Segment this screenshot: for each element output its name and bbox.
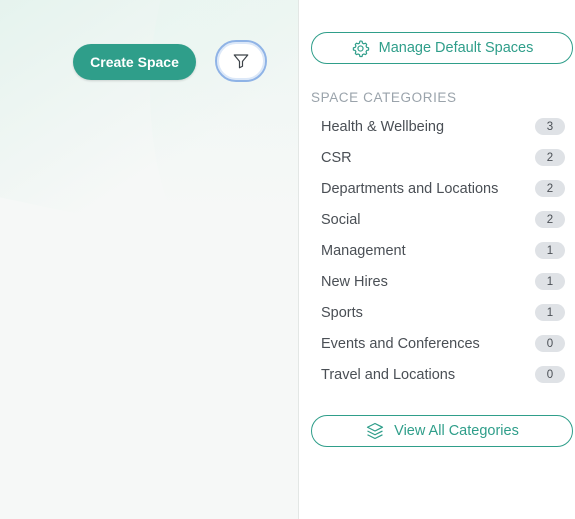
- category-count-badge: 0: [535, 366, 565, 383]
- manage-default-spaces-button[interactable]: Manage Default Spaces: [311, 32, 573, 64]
- category-label: Departments and Locations: [321, 180, 499, 197]
- category-list: Health & Wellbeing 3 CSR 2 Departments a…: [321, 111, 565, 390]
- manage-default-spaces-label: Manage Default Spaces: [378, 40, 534, 56]
- category-label: Events and Conferences: [321, 335, 480, 352]
- categories-sidebar: Manage Default Spaces SPACE CATEGORIES H…: [299, 0, 575, 519]
- category-count-badge: 1: [535, 242, 565, 259]
- category-label: Sports: [321, 304, 363, 321]
- view-all-categories-button[interactable]: View All Categories: [311, 415, 573, 447]
- category-label: Social: [321, 211, 361, 228]
- category-count-badge: 0: [535, 335, 565, 352]
- category-item[interactable]: Departments and Locations 2: [321, 173, 565, 204]
- layers-icon: [367, 422, 384, 440]
- gear-icon: [352, 39, 369, 57]
- filter-icon: [233, 54, 249, 69]
- category-label: CSR: [321, 149, 352, 166]
- category-label: Management: [321, 242, 406, 259]
- view-all-categories-label: View All Categories: [394, 423, 519, 439]
- category-item[interactable]: CSR 2: [321, 142, 565, 173]
- category-item[interactable]: Social 2: [321, 204, 565, 235]
- category-count-badge: 2: [535, 211, 565, 228]
- category-count-badge: 1: [535, 273, 565, 290]
- category-label: Travel and Locations: [321, 366, 456, 383]
- category-item[interactable]: Health & Wellbeing 3: [321, 111, 565, 142]
- category-count-badge: 1: [535, 304, 565, 321]
- category-item[interactable]: New Hires 1: [321, 266, 565, 297]
- category-count-badge: 2: [535, 180, 565, 197]
- filter-button[interactable]: [215, 40, 267, 82]
- spaces-main-pane: Create Space: [0, 0, 299, 519]
- space-categories-heading: SPACE CATEGORIES: [311, 90, 457, 105]
- create-space-label: Create Space: [90, 54, 179, 70]
- category-item[interactable]: Sports 1: [321, 297, 565, 328]
- category-count-badge: 2: [535, 149, 565, 166]
- category-item[interactable]: Events and Conferences 0: [321, 328, 565, 359]
- category-count-badge: 3: [535, 118, 565, 135]
- create-space-button[interactable]: Create Space: [73, 44, 196, 80]
- category-item[interactable]: Management 1: [321, 235, 565, 266]
- category-item[interactable]: Travel and Locations 0: [321, 359, 565, 390]
- category-label: Health & Wellbeing: [321, 118, 445, 135]
- category-label: New Hires: [321, 273, 388, 290]
